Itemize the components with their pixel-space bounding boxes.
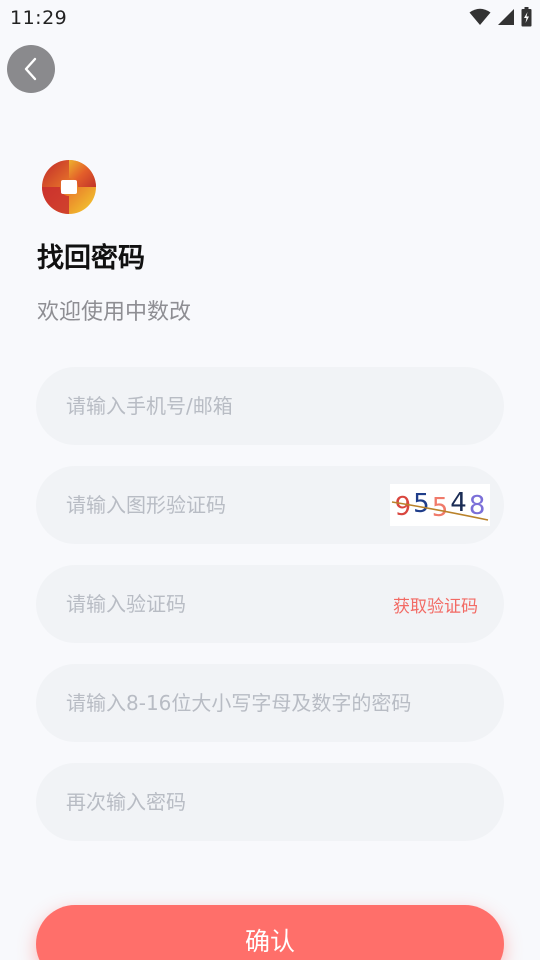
status-time: 11:29 [10, 7, 68, 29]
get-code-button[interactable]: 获取验证码 [393, 592, 478, 617]
cellular-signal-icon [498, 9, 514, 25]
phone-email-input[interactable] [36, 367, 504, 445]
chevron-left-icon [24, 57, 37, 81]
password-input[interactable] [36, 664, 504, 742]
status-bar: 11:29 [0, 0, 540, 36]
confirm-password-field [36, 763, 504, 841]
status-icons [469, 7, 532, 27]
page-title: 找回密码 [37, 243, 145, 274]
captcha-input[interactable] [36, 466, 390, 544]
captcha-image[interactable]: 95548 [390, 484, 490, 526]
back-button[interactable] [7, 45, 55, 93]
confirm-button[interactable]: 确认 [36, 905, 504, 960]
app-logo-icon [40, 158, 98, 216]
battery-icon [521, 7, 532, 27]
captcha-field: 95548 [36, 466, 504, 544]
verification-code-field: 获取验证码 [36, 565, 504, 643]
verification-code-input[interactable] [36, 565, 393, 643]
wifi-icon [469, 8, 491, 25]
confirm-password-input[interactable] [36, 763, 504, 841]
password-field [36, 664, 504, 742]
captcha-noise-line [391, 501, 489, 521]
page-subtitle: 欢迎使用中数改 [37, 300, 192, 325]
phone-email-field [36, 367, 504, 445]
